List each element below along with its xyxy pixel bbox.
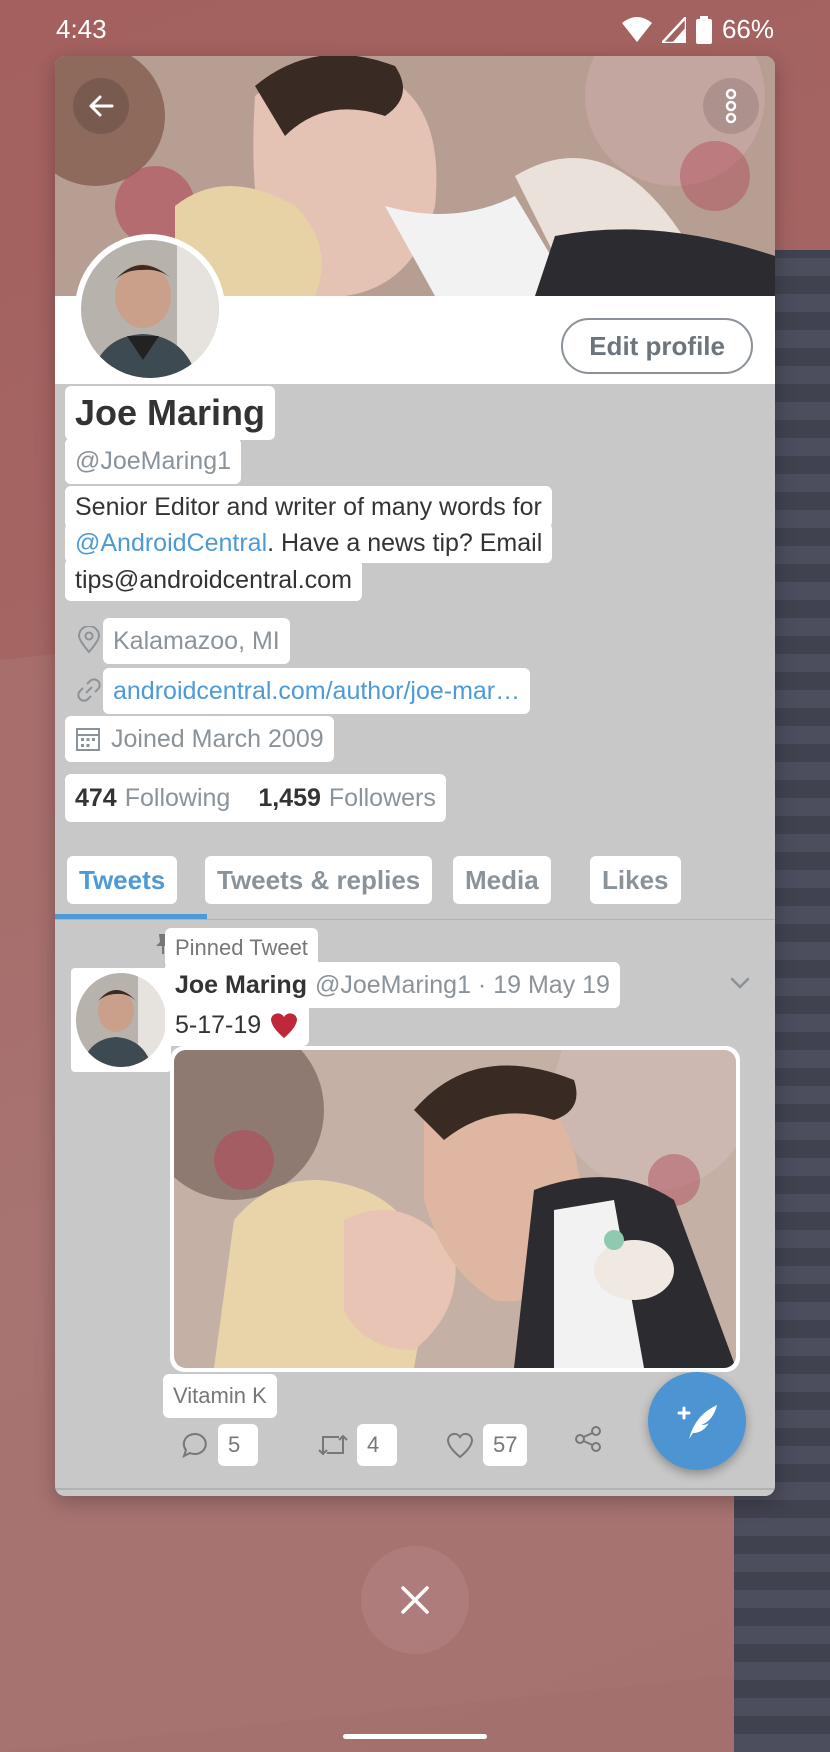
heart-icon [446, 1432, 474, 1459]
battery-icon [695, 15, 712, 44]
battery-percent: 66% [721, 14, 774, 44]
like-count: 57 [483, 1424, 528, 1466]
tab-media[interactable]: Media [453, 856, 551, 904]
bio-line-2-text: . Have a news tip? Email [267, 529, 543, 557]
like-action[interactable]: 57 [445, 1424, 528, 1466]
followers-link[interactable]: 1,459 Followers [258, 784, 436, 813]
bio-email[interactable]: tips@androidcentral.com [65, 559, 362, 601]
tab-likes[interactable]: Likes [590, 856, 681, 904]
reply-count: 5 [218, 1424, 258, 1466]
tweet-header: Joe Maring @JoeMaring1 · 19 May 19 [165, 962, 620, 1008]
share-icon [575, 1426, 601, 1452]
wifi-icon [621, 16, 652, 42]
bio-line-2: @AndroidCentral . Have a news tip? Email [65, 523, 553, 563]
tweet-media-image[interactable] [170, 1046, 740, 1372]
tab-tweets-and-replies[interactable]: Tweets & replies [205, 856, 433, 904]
retweet-count: 4 [357, 1424, 397, 1466]
profile-avatar[interactable] [75, 234, 225, 384]
profile-link[interactable]: androidcentral.com/author/joe-mar… [103, 668, 531, 714]
following-label: Following [124, 783, 231, 812]
calendar-icon [76, 728, 100, 751]
tweet-author-avatar[interactable] [71, 968, 171, 1072]
profile-name: Joe Maring [65, 386, 276, 440]
back-button[interactable] [73, 78, 129, 134]
profile-joined-text: Joined March 2009 [111, 724, 324, 753]
status-icons: 66% [621, 14, 774, 45]
followers-count: 1,459 [258, 783, 321, 812]
tweet-media-label: Vitamin K [163, 1374, 277, 1418]
retweet-action[interactable]: 4 [317, 1424, 397, 1466]
arrow-left-icon [89, 95, 114, 117]
tweet-meta: @JoeMaring1 · 19 May 19 [314, 970, 610, 999]
dismiss-button[interactable] [361, 1546, 469, 1654]
tab-tweets[interactable]: Tweets [67, 856, 178, 904]
bio-mention-link[interactable]: @AndroidCentral [75, 526, 267, 560]
edit-profile-button[interactable]: Edit profile [561, 318, 753, 374]
reply-action[interactable]: 5 [180, 1424, 258, 1466]
red-heart-emoji-icon [271, 1013, 298, 1038]
home-gesture-bar[interactable] [343, 1734, 487, 1739]
tweet-text: 5-17-19 [165, 1004, 310, 1046]
following-link[interactable]: 474 Following [75, 784, 230, 813]
tweet-divider [55, 1488, 775, 1490]
follow-stats: 474 Following 1,459 Followers [65, 774, 446, 822]
profile-location: Kalamazoo, MI [103, 618, 290, 664]
followers-label: Followers [328, 783, 436, 812]
profile-handle: @JoeMaring1 [65, 438, 242, 484]
tweet-text-content: 5-17-19 [175, 1010, 262, 1039]
link-icon [77, 678, 101, 702]
close-icon [401, 1586, 429, 1614]
bio-line-1: Senior Editor and writer of many words f… [65, 486, 552, 528]
retweet-icon [318, 1434, 348, 1456]
following-count: 474 [75, 783, 117, 812]
profile-joined: Joined March 2009 [65, 716, 334, 762]
tweet-author-name[interactable]: Joe Maring [175, 971, 307, 1000]
status-bar: 4:43 66% [0, 0, 830, 60]
location-pin-icon [77, 626, 101, 654]
more-vertical-icon [725, 88, 737, 124]
reply-icon [182, 1432, 207, 1458]
app-card[interactable]: Edit profile Joe Maring @JoeMaring1 Seni… [55, 56, 775, 1496]
compose-tweet-icon [677, 1405, 717, 1439]
compose-tweet-button[interactable] [648, 1372, 746, 1470]
more-options-button[interactable] [703, 78, 759, 134]
tabs-divider [55, 919, 775, 920]
status-time: 4:43 [56, 14, 107, 44]
share-action[interactable] [573, 1424, 603, 1454]
cellular-signal-icon [661, 16, 686, 43]
chevron-down-icon[interactable] [727, 970, 753, 996]
